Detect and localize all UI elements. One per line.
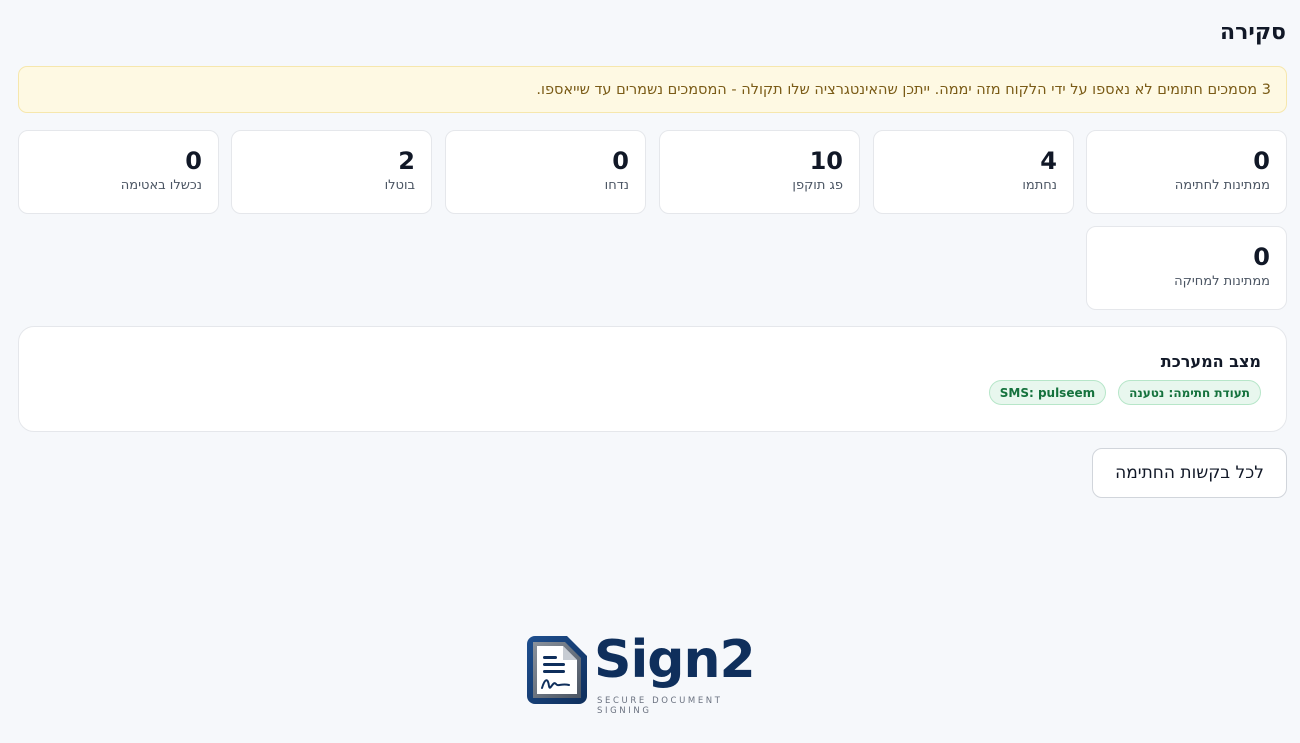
uncollected-documents-alert: 3 מסמכים חתומים לא נאספו על ידי הלקוח מז… (18, 66, 1287, 113)
stat-label: בוטלו (384, 178, 415, 193)
logo-wordmark: Sign2 (594, 630, 756, 690)
stat-value: 0 (1253, 243, 1270, 271)
status-badges: תעודת חתימה: נטענה SMS: pulseem (44, 380, 1261, 405)
system-status-title: מצב המערכת (1160, 352, 1261, 371)
stat-label: נחתמו (1022, 178, 1057, 193)
stat-card-rejected[interactable]: 0 נדחו (445, 130, 646, 214)
stat-card-pending-signature[interactable]: 0 ממתינות לחתימה (1086, 130, 1287, 214)
signed-document-icon (527, 636, 587, 704)
stat-label: ממתינות למחיקה (1174, 274, 1270, 289)
stat-value: 10 (809, 147, 843, 175)
status-badge-sms-provider: SMS: pulseem (988, 380, 1107, 405)
stat-value: 0 (185, 147, 202, 175)
stat-card-pending-deletion[interactable]: 0 ממתינות למחיקה (1086, 226, 1287, 310)
system-status-panel: מצב המערכת תעודת חתימה: נטענה SMS: pulse… (18, 326, 1287, 432)
stat-card-sealing-failed[interactable]: 0 נכשלו באטימה (18, 130, 219, 214)
stat-label: נכשלו באטימה (120, 178, 202, 193)
stat-card-cancelled[interactable]: 2 בוטלו (231, 130, 432, 214)
stat-value: 2 (398, 147, 415, 175)
stat-value: 0 (1253, 147, 1270, 175)
stat-value: 4 (1040, 147, 1057, 175)
page-title: סקירה (1220, 20, 1286, 45)
alert-text: 3 מסמכים חתומים לא נאספו על ידי הלקוח מז… (536, 81, 1271, 98)
stat-card-expired[interactable]: 10 פג תוקפן (659, 130, 860, 214)
status-badge-signing-certificate: תעודת חתימה: נטענה (1118, 380, 1261, 405)
stat-label: ממתינות לחתימה (1174, 178, 1270, 193)
sign2-logo: Sign2 SECURE DOCUMENT SIGNING (525, 630, 775, 716)
overview-page: סקירה 3 מסמכים חתומים לא נאספו על ידי הל… (0, 0, 1300, 743)
stat-label: פג תוקפן (792, 178, 843, 193)
stat-value: 0 (612, 147, 629, 175)
stat-label: נדחו (604, 178, 629, 193)
all-signature-requests-button[interactable]: לכל בקשות החתימה (1092, 448, 1287, 498)
stat-card-signed[interactable]: 4 נחתמו (873, 130, 1074, 214)
logo-tagline: SECURE DOCUMENT SIGNING (597, 696, 723, 716)
